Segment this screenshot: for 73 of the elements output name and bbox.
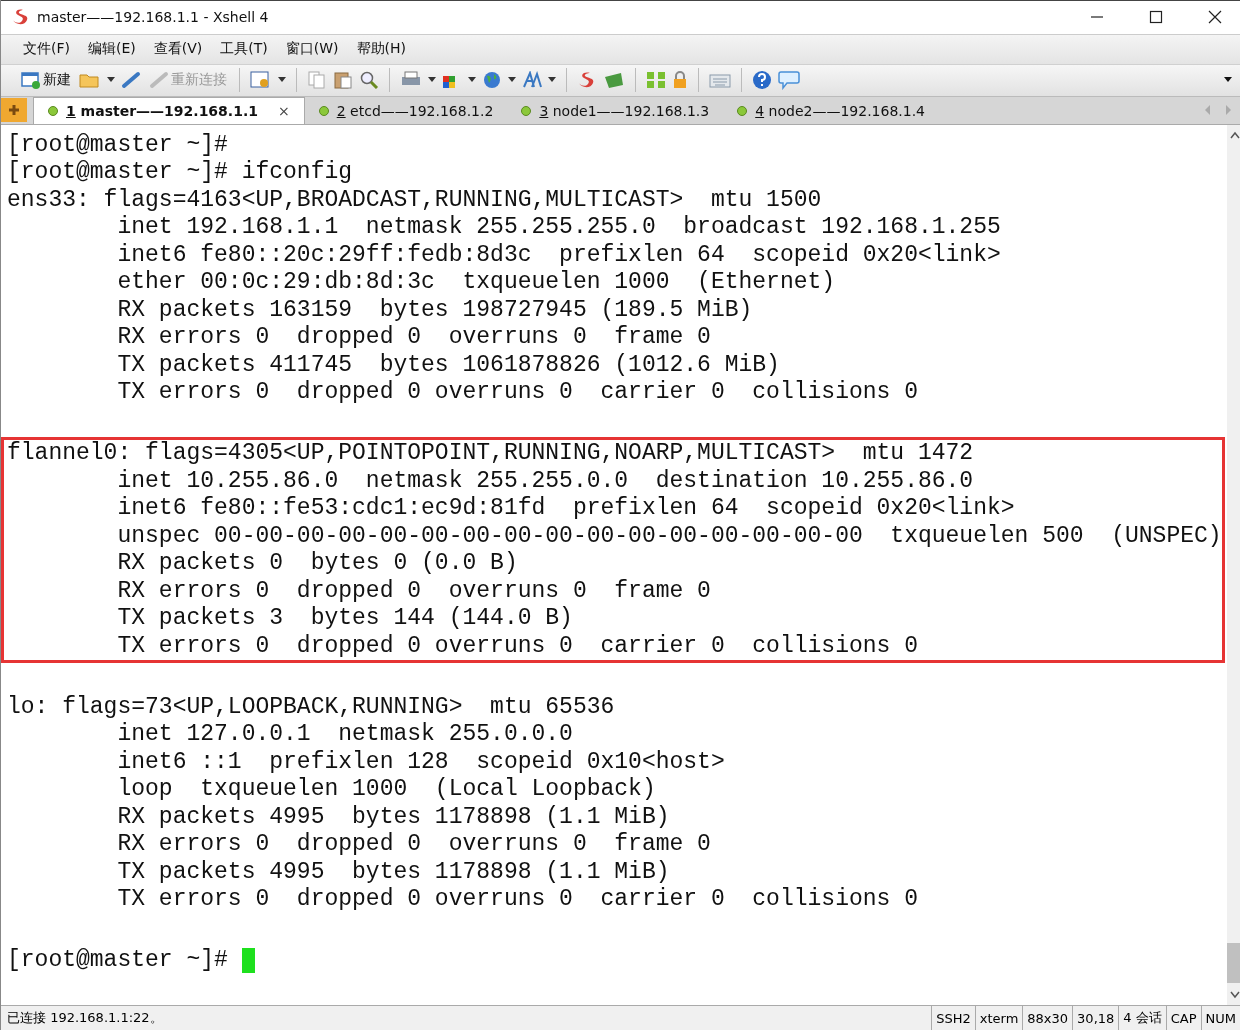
status-dot	[737, 105, 748, 116]
globe-icon[interactable]	[482, 71, 502, 90]
terminal-line: ens33: flags=4163<UP,BROADCAST,RUNNING,MULTICAST> mtu 1500	[7, 186, 822, 214]
terminal-line: RX packets 163159 bytes 198727945 (189.5 MiB)	[116, 296, 753, 324]
terminal-line: inet 127.0.0.1 netmask 255.0.0.0	[116, 721, 573, 749]
terminal-line: loop txqueuelen 1000 (Local Loopback)	[116, 776, 656, 804]
terminal-line: TX errors 0 dropped 0 overruns 0 carrier 0 collisions 0	[116, 886, 918, 914]
maximize-icon[interactable]	[1149, 10, 1163, 25]
menu-item[interactable]: 编辑(E)	[88, 40, 136, 59]
status-field: 30,18	[1072, 1006, 1119, 1030]
speech-bubble-icon[interactable]	[778, 70, 800, 91]
terminal-line: flannel0: flags=4305<UP,POINTOPOINT,RUNNING,NOARP,MULTICAST> mtu 1472	[7, 440, 974, 468]
status-field: SSH2	[931, 1006, 975, 1030]
scroll-down-icon[interactable]	[1229, 991, 1240, 999]
terminal-line: RX errors 0 dropped 0 overruns 0 frame 0	[116, 831, 711, 859]
status-dot	[521, 105, 532, 116]
add-tab-icon[interactable]	[1, 98, 27, 122]
session-tab[interactable]: 1 master——192.168.1.1 ×	[33, 96, 305, 124]
terminal-line: inet 10.255.86.0 netmask 255.255.0.0 destination 10.255.86.0	[116, 467, 974, 495]
new-window-icon	[21, 71, 41, 90]
caret-icon[interactable]	[468, 77, 476, 84]
terminal-line: [root@master ~]#	[7, 947, 229, 975]
terminal-line: RX packets 4995 bytes 1178898 (1.1 MiB)	[116, 803, 670, 831]
status-field: 88x30	[1022, 1006, 1073, 1030]
help-icon[interactable]	[752, 70, 772, 91]
terminal-line: [root@master ~]#	[7, 131, 228, 159]
session-tab[interactable]: 4 node2——192.168.1.4	[723, 97, 940, 124]
terminal-line: TX packets 4995 bytes 1178898 (1.1 MiB)	[116, 858, 670, 886]
caret-icon[interactable]	[278, 77, 286, 84]
terminal-line: TX packets 3 bytes 144 (144.0 B)	[116, 605, 573, 633]
terminal-line: TX errors 0 dropped 0 overruns 0 carrier 0 collisions 0	[116, 632, 918, 660]
caret-icon[interactable]	[1224, 77, 1232, 84]
terminal-line: lo: flags=73<UP,LOOPBACK,RUNNING> mtu 65536	[7, 693, 615, 721]
status-field: 4 会话	[1118, 1006, 1166, 1030]
status-field: NUM	[1200, 1006, 1240, 1030]
caret-icon[interactable]	[428, 77, 436, 84]
terminal-line: unspec 00-00-00-00-00-00-00-00-00-00-00-00-00-00-00-00 txqueuelen 500 (UNSPEC)	[116, 522, 1222, 550]
menu-item[interactable]: 查看(V)	[153, 40, 203, 59]
menu-item[interactable]: 文件(F)	[23, 40, 70, 59]
caret-icon[interactable]	[548, 77, 556, 84]
scroll-up-icon[interactable]	[1229, 130, 1240, 139]
terminal-line: RX errors 0 dropped 0 overruns 0 frame 0	[116, 324, 711, 352]
terminal-line: TX errors 0 dropped 0 overruns 0 carrier 0 collisions 0	[116, 379, 918, 407]
session-tab[interactable]: 2 etcd——192.168.1.2	[304, 97, 508, 124]
lock-icon[interactable]	[672, 71, 688, 90]
scrollbar-thumb[interactable]	[1226, 943, 1240, 983]
new-session-button[interactable]: 新建	[19, 71, 73, 90]
clipboard-icon[interactable]	[333, 71, 353, 90]
terminal-line: RX packets 0 bytes 0 (0.0 B)	[116, 550, 518, 578]
terminal-line: inet6 fe80::fe53:cdc1:ec9d:81fd prefixlen 64 scopeid 0x20<link>	[116, 495, 1015, 523]
status-dot	[318, 105, 329, 116]
close-icon[interactable]	[1208, 10, 1222, 25]
terminal-line: inet6 fe80::20c:29ff:fedb:8d3c prefixlen 64 scopeid 0x20<link>	[116, 241, 1001, 269]
font-icon[interactable]	[522, 71, 542, 90]
terminal-line: ether 00:0c:29:db:8d:3c txqueuelen 1000 (Ethernet)	[116, 269, 836, 297]
menu-item[interactable]: 窗口(W)	[285, 40, 339, 59]
status-message: 已连接 192.168.1.1:22。	[6, 1009, 164, 1027]
status-dot	[48, 105, 58, 116]
menu-item[interactable]: 工具(T)	[220, 40, 268, 59]
close-tab-icon[interactable]: ×	[277, 102, 290, 119]
terminal-line: inet6 ::1 prefixlen 128 scopeid 0x10<host>	[116, 748, 725, 776]
session-tab[interactable]: 3 node1——192.168.1.3	[507, 97, 724, 124]
caret-icon[interactable]	[107, 77, 115, 84]
terminal-line: RX errors 0 dropped 0 overruns 0 frame 0	[116, 577, 711, 605]
terminal-line: inet 192.168.1.1 netmask 255.255.255.0 broadcast 192.168.1.255	[116, 214, 1001, 242]
menu-item[interactable]: 帮助(H)	[356, 40, 406, 59]
status-field: CAP	[1165, 1006, 1201, 1030]
window-title: master——192.168.1.1 - Xshell 4	[37, 9, 269, 26]
caret-icon[interactable]	[508, 77, 516, 84]
status-field: xterm	[974, 1006, 1023, 1030]
terminal-line: TX packets 411745 bytes 1061878826 (1012.6 MiB)	[116, 351, 780, 379]
search-icon[interactable]	[359, 71, 379, 90]
terminal-line: [root@master ~]# ifconfig	[7, 159, 353, 187]
